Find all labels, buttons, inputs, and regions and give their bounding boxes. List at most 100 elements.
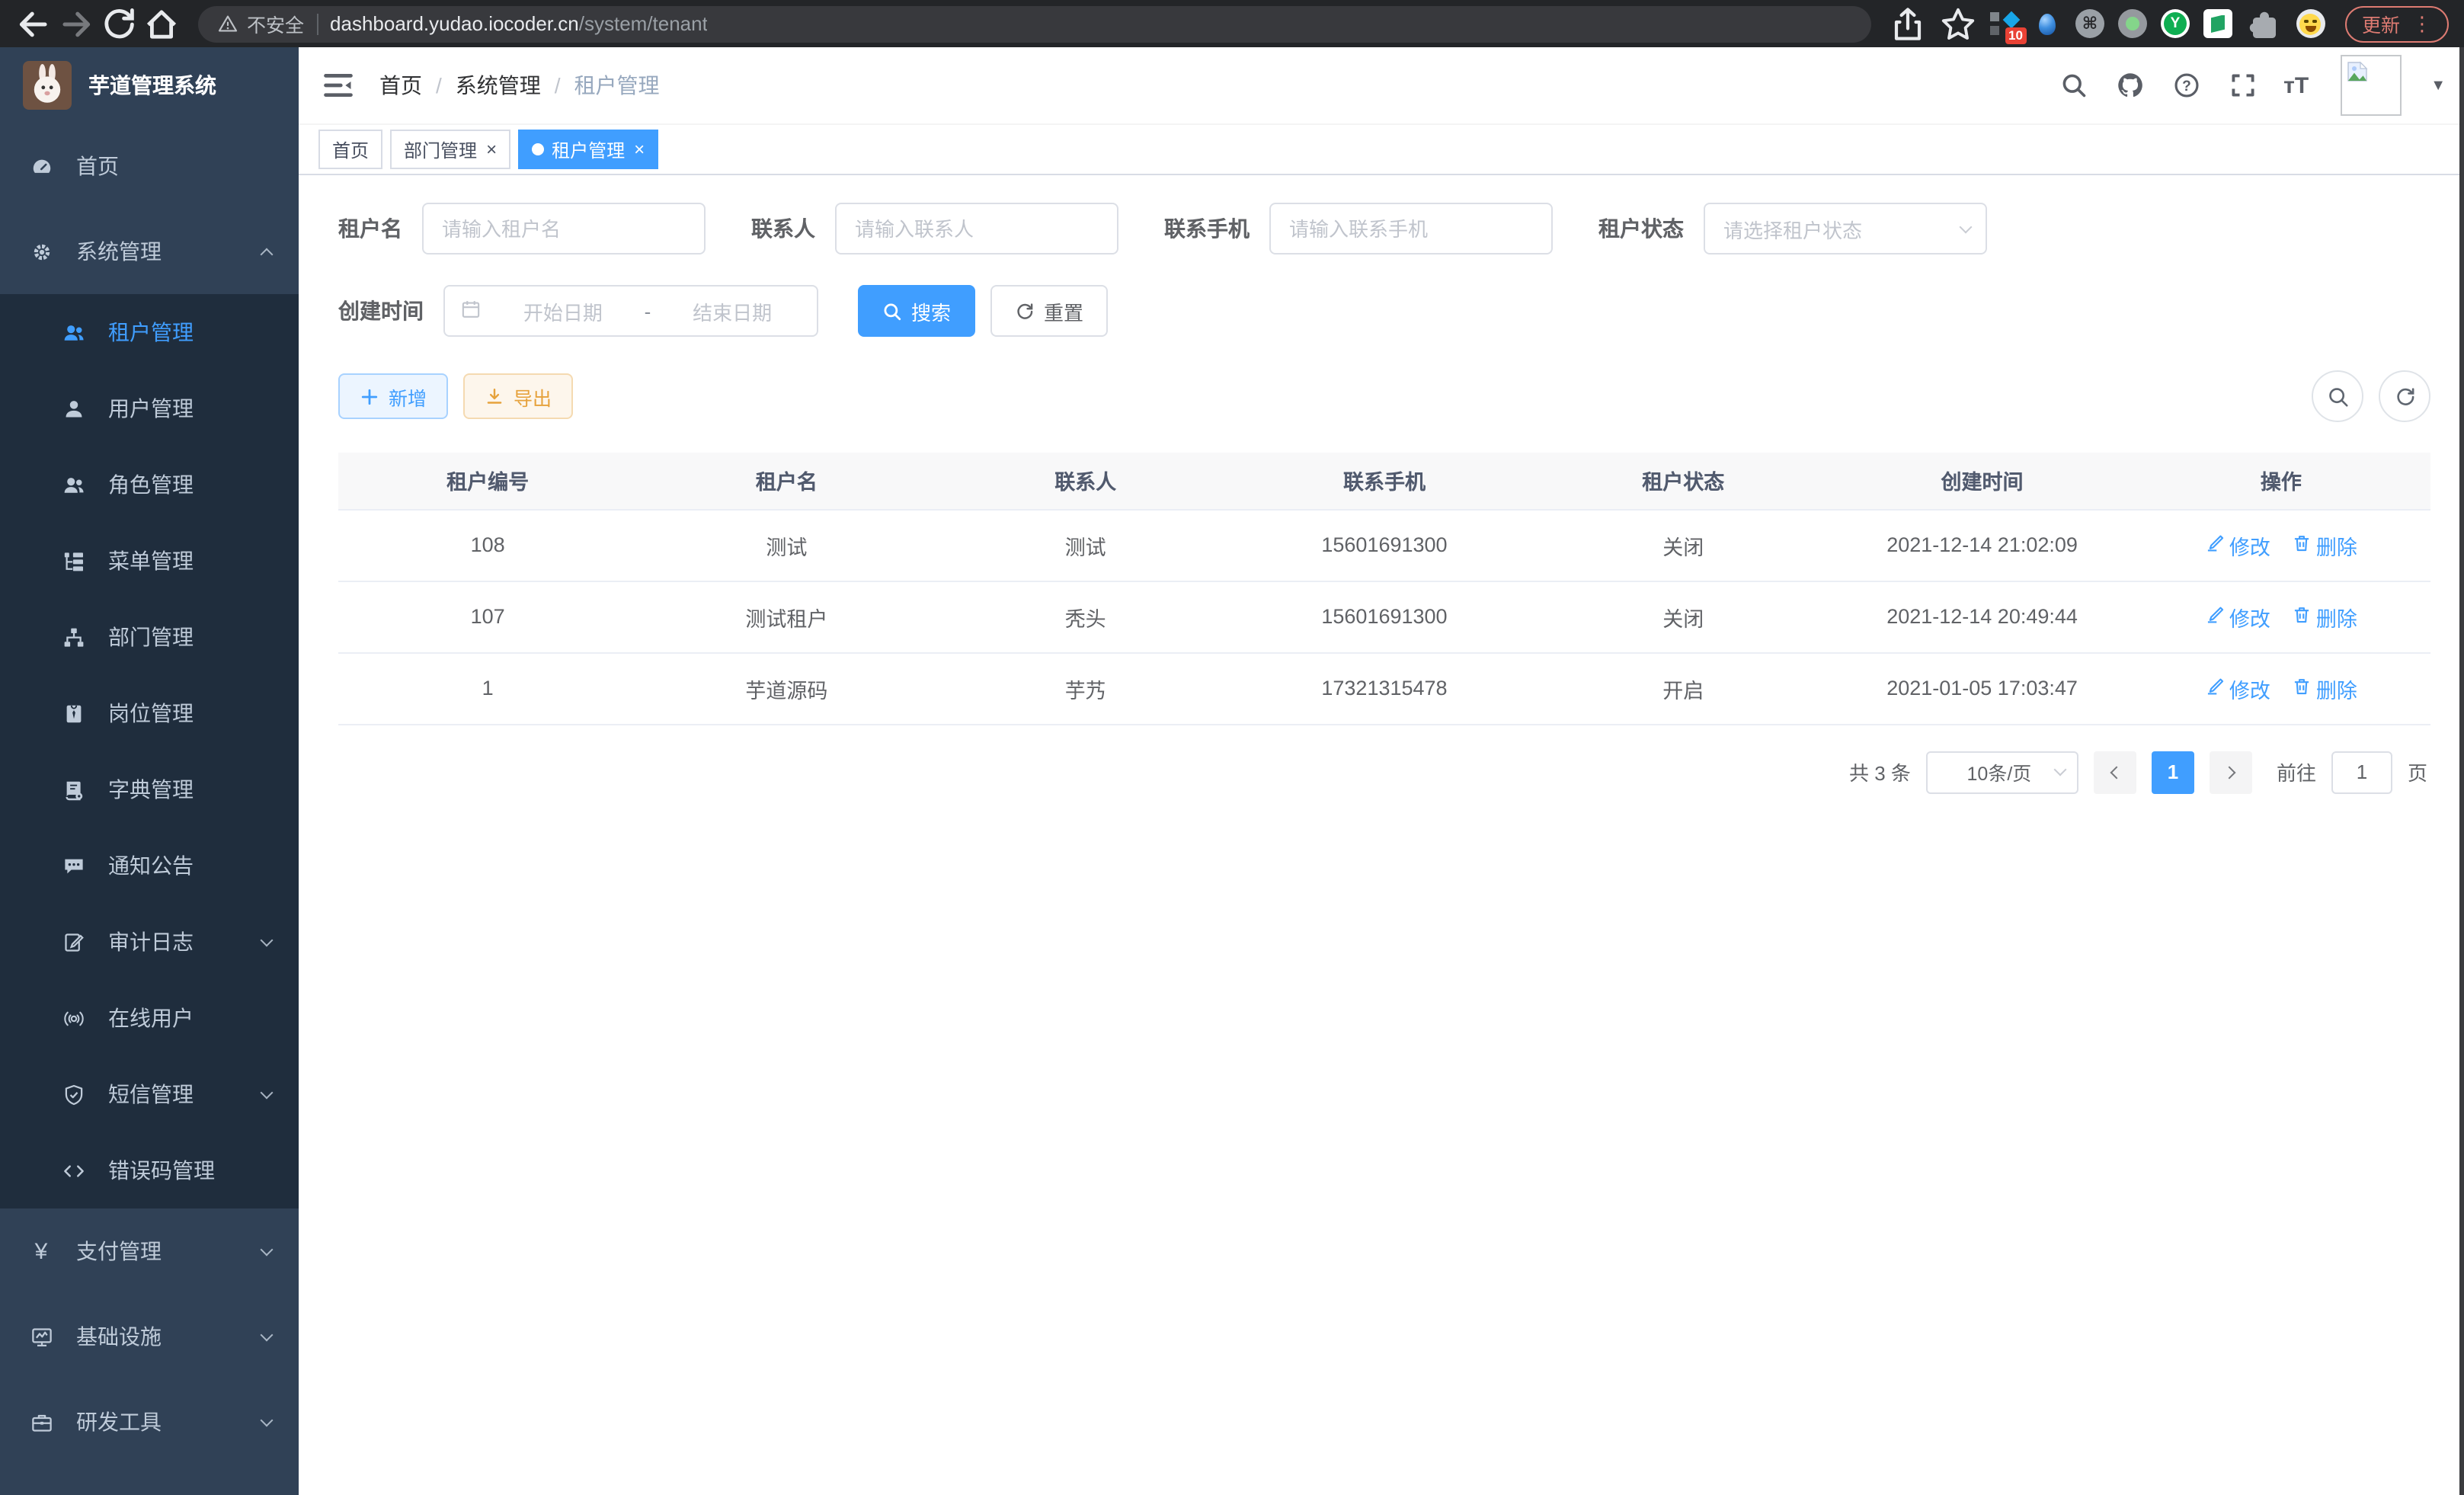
app-logo [23, 61, 72, 110]
edit-link[interactable]: 修改 [2205, 601, 2270, 632]
column-header: 租户编号 [338, 453, 637, 509]
breadcrumb-separator: / [555, 73, 561, 98]
bookmark-star-icon[interactable] [1940, 5, 1976, 42]
command-extension-icon[interactable]: ⌘ [2075, 9, 2104, 38]
add-button[interactable]: 新增 [338, 373, 448, 419]
user-dropdown-caret-icon[interactable]: ▼ [2430, 77, 2446, 94]
sidebar-item-home[interactable]: 首页 [0, 123, 299, 209]
sidebar-item-dept-management[interactable]: 部门管理 [0, 599, 299, 675]
avatar[interactable] [2341, 55, 2402, 116]
chevron-down-icon [1960, 220, 1973, 233]
delete-link[interactable]: 删除 [2292, 673, 2357, 703]
tab-home[interactable]: 首页 [318, 130, 382, 169]
tenant-name-label: 租户名 [338, 213, 402, 244]
refresh-table-button[interactable] [2379, 370, 2430, 422]
chrome-update-button[interactable]: 更新 ⋮ [2345, 5, 2449, 42]
chevron-down-icon [261, 1243, 274, 1256]
delete-link[interactable]: 删除 [2292, 601, 2357, 632]
share-icon[interactable] [1890, 5, 1926, 42]
sidebar-item-post-management[interactable]: 岗位管理 [0, 675, 299, 751]
start-date-placeholder: 开始日期 [494, 296, 632, 325]
export-button[interactable]: 导出 [463, 373, 573, 419]
sidebar-item-user-management[interactable]: 用户管理 [0, 370, 299, 447]
sidebar-item-sms-management[interactable]: 短信管理 [0, 1056, 299, 1132]
sidebar-item-audit-log[interactable]: 审计日志 [0, 904, 299, 980]
current-page[interactable]: 1 [2152, 751, 2194, 793]
sidebar-item-online-users[interactable]: 在线用户 [0, 980, 299, 1056]
breadcrumb-home[interactable]: 首页 [379, 70, 422, 101]
tab-tenant-management[interactable]: 租户管理× [518, 130, 658, 169]
search-icon[interactable] [2058, 70, 2088, 101]
reset-button[interactable]: 重置 [990, 285, 1108, 337]
reset-button-label: 重置 [1044, 296, 1083, 325]
sidebar-item-payment-management[interactable]: ¥支付管理 [0, 1208, 299, 1294]
address-divider [316, 13, 318, 34]
mobile-input[interactable] [1269, 203, 1553, 255]
table-row: 108测试测试15601691300关闭2021-12-14 21:02:09修… [338, 509, 2430, 581]
column-header: 操作 [2132, 453, 2430, 509]
recorder-extension-icon[interactable] [2118, 9, 2147, 38]
sidebar-item-menu-management[interactable]: 菜单管理 [0, 523, 299, 599]
hamburger-icon[interactable] [322, 69, 355, 102]
sidebar-item-infrastructure[interactable]: 基础设施 [0, 1294, 299, 1379]
chevron-down-icon [261, 1086, 274, 1099]
extensions-puzzle-icon[interactable] [2246, 5, 2283, 42]
page-scrollbar[interactable] [2459, 47, 2464, 1495]
close-tab-icon[interactable]: × [486, 140, 497, 158]
monitor-icon [29, 1324, 53, 1349]
breadcrumb-system[interactable]: 系统管理 [456, 70, 541, 101]
github-icon[interactable] [2114, 70, 2145, 101]
font-size-icon[interactable]: тT [2283, 72, 2309, 98]
profile-avatar-icon[interactable] [2296, 9, 2325, 38]
close-tab-icon[interactable]: × [634, 140, 645, 158]
tab-dept-management[interactable]: 部门管理× [390, 130, 510, 169]
browser-home-icon[interactable] [143, 5, 180, 42]
cell-contact: 芋艿 [936, 652, 1235, 724]
sidebar-item-label: 租户管理 [108, 317, 271, 347]
page-size-select[interactable]: 10条/页 [1926, 751, 2078, 793]
edit-icon [2205, 533, 2225, 557]
goto-page-input[interactable] [2331, 751, 2392, 793]
browser-back-icon[interactable] [15, 5, 52, 42]
sidebar-item-system-management[interactable]: 系统管理 [0, 209, 299, 294]
security-status[interactable]: 不安全 [218, 9, 304, 38]
cell-mobile: 15601691300 [1235, 509, 1534, 581]
url-path: /system/tenant [579, 12, 708, 35]
export-button-label: 导出 [514, 382, 552, 411]
sidebar-item-error-code-management[interactable]: 错误码管理 [0, 1132, 299, 1208]
contact-input[interactable] [835, 203, 1118, 255]
sidebar-item-notice[interactable]: 通知公告 [0, 828, 299, 904]
edit-link[interactable]: 修改 [2205, 673, 2270, 703]
prev-page-button[interactable] [2094, 751, 2136, 793]
toggle-search-button[interactable] [2312, 370, 2363, 422]
chrome-menu-icon[interactable]: ⋮ [2412, 11, 2432, 36]
delete-link[interactable]: 删除 [2292, 530, 2357, 560]
browser-forward-icon[interactable] [58, 5, 94, 42]
docs-extension-icon[interactable] [2203, 9, 2232, 38]
search-button[interactable]: 搜索 [858, 285, 975, 337]
sidebar-item-tenant-management[interactable]: 租户管理 [0, 294, 299, 370]
date-range-picker[interactable]: 开始日期 - 结束日期 [443, 285, 818, 337]
status-select[interactable]: 请选择租户状态 [1704, 203, 1987, 255]
sidebar-item-dev-tools[interactable]: 研发工具 [0, 1379, 299, 1465]
active-tab-dot [532, 143, 544, 155]
balloon-extension-icon[interactable] [2033, 9, 2062, 38]
sidebar-logo-row[interactable]: 芋道管理系统 [0, 47, 299, 123]
cell-created: 2021-12-14 21:02:09 [1832, 509, 2131, 581]
tenant-name-input[interactable] [422, 203, 706, 255]
fullscreen-icon[interactable] [2227, 70, 2258, 101]
sidebar-item-dict-management[interactable]: 字典管理 [0, 751, 299, 828]
pinned-extension-icon[interactable]: 10 [1990, 9, 2019, 38]
next-page-button[interactable] [2210, 751, 2252, 793]
mobile-field: 联系手机 [1164, 203, 1553, 255]
sidebar-item-role-management[interactable]: 角色管理 [0, 447, 299, 523]
breadcrumb-current: 租户管理 [574, 70, 660, 101]
help-icon[interactable]: ? [2171, 70, 2201, 101]
browser-reload-icon[interactable] [101, 5, 137, 42]
edit-link[interactable]: 修改 [2205, 530, 2270, 560]
chevron-up-icon [261, 248, 274, 261]
delete-link-label: 删除 [2316, 673, 2357, 703]
address-bar[interactable]: 不安全 dashboard.yudao.iocoder.cn/system/te… [198, 5, 1871, 42]
yudao-extension-icon[interactable]: Y [2161, 9, 2190, 38]
page-size-value: 10条/页 [1943, 757, 2056, 786]
